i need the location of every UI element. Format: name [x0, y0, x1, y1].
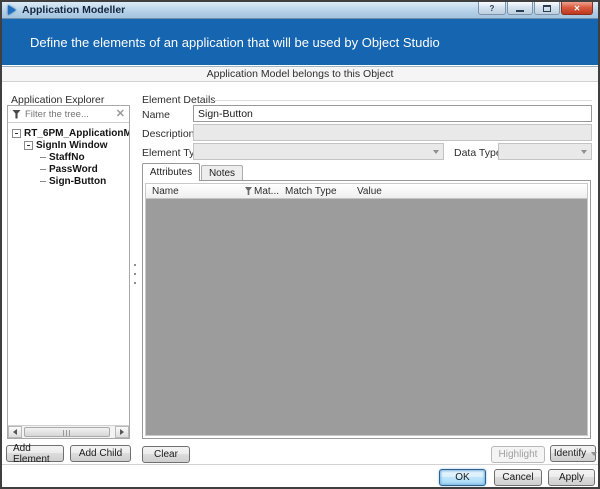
tree-leaf-connector — [40, 156, 46, 158]
chevron-down-icon — [433, 149, 439, 154]
chevron-down-icon — [581, 149, 587, 154]
scroll-left-button[interactable] — [8, 426, 22, 438]
filter-funnel-icon — [12, 109, 21, 119]
attributes-table-header: Name Mat... Match Type Value — [146, 184, 587, 199]
highlight-button: Highlight — [491, 446, 545, 463]
ok-button[interactable]: OK — [439, 469, 486, 486]
tree-item-staffno[interactable]: StaffNo — [12, 151, 127, 163]
scrollbar-grip-icon — [63, 430, 71, 436]
chevron-down-icon — [591, 451, 598, 456]
scroll-right-button[interactable] — [115, 426, 129, 438]
subheader-strip: Application Model belongs to this Object — [2, 66, 598, 82]
collapse-icon[interactable] — [24, 140, 33, 150]
apply-button[interactable]: Apply — [548, 469, 595, 486]
tree-leaf-connector — [40, 180, 46, 182]
cancel-button[interactable]: Cancel — [494, 469, 542, 486]
right-arrow-icon — [120, 429, 124, 435]
group-divider — [214, 100, 592, 101]
tree-item-label: Sign-Button — [49, 175, 107, 187]
name-input[interactable] — [193, 105, 592, 122]
window-title: Application Modeller — [22, 4, 126, 16]
application-tree: RT_6PM_ApplicationModuler SignIn Window … — [8, 123, 129, 425]
element-type-dropdown — [193, 143, 444, 160]
filter-funnel-icon — [245, 187, 252, 195]
minimize-button[interactable] — [507, 2, 533, 15]
attributes-table-body — [146, 199, 587, 435]
tree-item-label: RT_6PM_ApplicationModuler — [24, 127, 129, 139]
attributes-panel: Name Mat... Match Type Value — [142, 180, 591, 439]
data-type-dropdown — [498, 143, 592, 160]
subheader-text: Application Model belongs to this Object — [206, 68, 394, 80]
data-type-label: Data Type — [454, 147, 502, 159]
help-button[interactable]: ? — [478, 2, 506, 15]
collapse-icon[interactable] — [12, 128, 21, 138]
application-explorer-panel: ✕ RT_6PM_ApplicationModuler SignIn Windo… — [7, 105, 130, 439]
identify-button[interactable]: Identify — [550, 445, 598, 462]
scrollbar-thumb[interactable] — [24, 427, 110, 437]
footer-divider — [2, 464, 598, 465]
tree-item-label: StaffNo — [49, 151, 85, 163]
tree-leaf-connector — [40, 168, 46, 170]
application-modeller-dialog: Application Modeller ? ✕ Define the elem… — [0, 0, 600, 489]
titlebar[interactable]: Application Modeller ? ✕ — [2, 2, 598, 19]
app-icon — [8, 5, 16, 15]
column-header-value[interactable]: Value — [357, 186, 587, 197]
clear-filter-icon[interactable]: ✕ — [116, 109, 125, 120]
add-child-button[interactable]: Add Child — [70, 445, 131, 462]
tree-item-sign-button[interactable]: Sign-Button — [12, 175, 127, 187]
maximize-icon — [543, 4, 551, 12]
minimize-icon — [516, 9, 524, 12]
tree-item-label: PassWord — [49, 163, 98, 175]
scrollbar-track[interactable] — [22, 426, 115, 438]
name-label: Name — [142, 109, 171, 121]
tree-filter-row: ✕ — [8, 106, 129, 123]
description-input — [193, 124, 592, 141]
left-arrow-icon — [13, 429, 17, 435]
panel-splitter[interactable] — [134, 264, 137, 284]
tree-item-root[interactable]: RT_6PM_ApplicationModuler — [12, 127, 129, 139]
close-button[interactable]: ✕ — [561, 2, 593, 15]
column-header-mat[interactable]: Mat... — [245, 186, 285, 197]
clear-button[interactable]: Clear — [142, 446, 190, 463]
tree-horizontal-scrollbar[interactable] — [8, 425, 129, 438]
description-label: Description — [142, 128, 195, 140]
tree-filter-input[interactable] — [25, 108, 116, 120]
add-element-button[interactable]: Add Element — [6, 443, 64, 465]
column-header-match-type[interactable]: Match Type — [285, 186, 357, 197]
banner-text: Define the elements of an application th… — [30, 34, 440, 50]
maximize-button[interactable] — [534, 2, 560, 15]
tree-item-signin-window[interactable]: SignIn Window — [12, 139, 127, 151]
column-header-mat-label: Mat... — [254, 185, 280, 197]
tab-attributes[interactable]: Attributes — [142, 163, 200, 181]
attributes-table: Name Mat... Match Type Value — [145, 183, 588, 436]
tree-item-password[interactable]: PassWord — [12, 163, 127, 175]
column-header-name[interactable]: Name — [146, 186, 245, 197]
tab-notes[interactable]: Notes — [201, 165, 243, 181]
identify-button-label: Identify — [553, 448, 587, 459]
description-banner: Define the elements of an application th… — [2, 19, 598, 65]
identify-dropdown-arrow[interactable] — [591, 446, 598, 461]
tree-item-label: SignIn Window — [36, 139, 108, 151]
